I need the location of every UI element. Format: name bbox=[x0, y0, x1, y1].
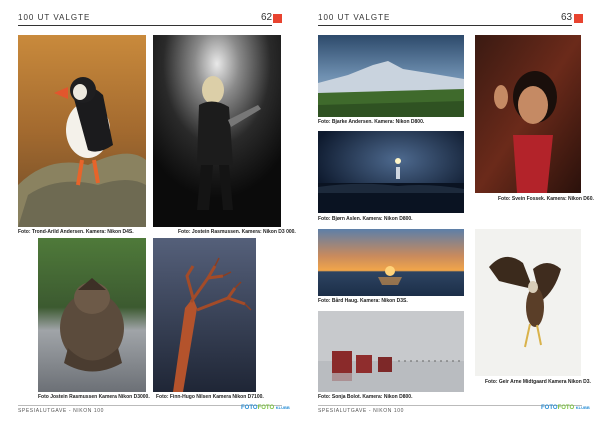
photo-mountain[interactable] bbox=[318, 35, 464, 117]
lighthouse-image bbox=[318, 131, 464, 213]
caption-puffin: Foto: Trond-Arild Andersen. Kamera: Niko… bbox=[18, 229, 134, 235]
left-page: 100 UT VALGTE 62 Foto: Trond-Arild Ander… bbox=[0, 0, 300, 424]
photo-owl[interactable] bbox=[38, 238, 146, 392]
header-rule bbox=[18, 25, 272, 26]
concert-image bbox=[153, 35, 281, 227]
houses-image bbox=[318, 311, 464, 392]
page-number: 62 bbox=[261, 12, 273, 23]
caption-houses: Foto: Sonja Bolot. Kamera: Nikon D800. bbox=[318, 394, 413, 400]
girl-image bbox=[475, 35, 581, 193]
sunset-image bbox=[318, 229, 464, 296]
photo-concert[interactable] bbox=[153, 35, 281, 227]
footer-text: SPESIALUTGAVE - NIKON 100 bbox=[18, 408, 105, 414]
owl-image bbox=[38, 238, 146, 392]
caption-sunset: Foto: Bård Haug. Kamera: Nikon D3S. bbox=[318, 298, 408, 304]
photo-sunset[interactable] bbox=[318, 229, 464, 296]
mountain-image bbox=[318, 35, 464, 117]
tree-image bbox=[153, 238, 256, 392]
eagle-image bbox=[475, 229, 581, 376]
photo-puffin[interactable] bbox=[18, 35, 146, 227]
caption-owl: Foto Jostein Rasmussen Kamera Nikon D300… bbox=[38, 394, 150, 400]
header-rule bbox=[318, 25, 572, 26]
brand-logo: FOTOFOTO KLUBB bbox=[241, 405, 290, 411]
puffin-image bbox=[18, 35, 146, 227]
page-marker bbox=[273, 14, 282, 23]
section-header: 100 UT VALGTE bbox=[318, 13, 391, 22]
brand-logo: FOTOFOTO KLUBB bbox=[541, 405, 590, 411]
photo-tree[interactable] bbox=[153, 238, 256, 392]
photo-girl[interactable] bbox=[475, 35, 581, 193]
page-marker bbox=[574, 14, 583, 23]
photo-eagle[interactable] bbox=[475, 229, 581, 376]
right-page: 100 UT VALGTE 63 Foto: Bjarke Andersen. … bbox=[300, 0, 600, 424]
caption-concert: Foto: Jostein Rasmussen. Kamera: Nikon D… bbox=[178, 229, 296, 235]
footer-text: SPESIALUTGAVE - NIKON 100 bbox=[318, 408, 405, 414]
photo-lighthouse[interactable] bbox=[318, 131, 464, 213]
caption-girl: Foto: Svein Fossek. Kamera: Nikon D60. bbox=[498, 196, 594, 202]
photo-houses[interactable] bbox=[318, 311, 464, 392]
caption-lighthouse: Foto: Bjørn Aslen. Kamera: Nikon D800. bbox=[318, 216, 413, 222]
caption-mountain: Foto: Bjarke Andersen. Kamera: Nikon D80… bbox=[318, 119, 425, 125]
page-number: 63 bbox=[561, 12, 573, 23]
caption-eagle: Foto: Geir Arne Midtgaard Kamera Nikon D… bbox=[485, 379, 591, 385]
section-header: 100 UT VALGTE bbox=[18, 13, 91, 22]
caption-tree: Foto: Finn-Hugo Nilsen Kamera Nikon D710… bbox=[156, 394, 264, 400]
